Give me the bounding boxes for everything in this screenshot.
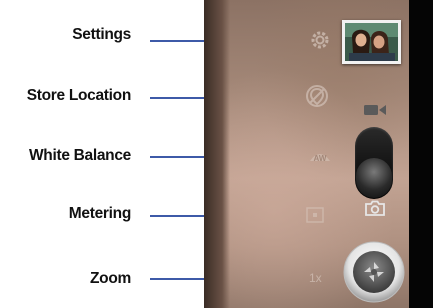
white-balance-auto-icon[interactable]: AW (306, 146, 334, 171)
callout-metering: Metering (68, 205, 132, 222)
callout-settings: Settings (72, 26, 131, 43)
last-photo-thumbnail[interactable] (342, 20, 401, 64)
still-camera-icon[interactable] (364, 200, 386, 222)
metering-icon[interactable] (305, 205, 325, 230)
thumbnail-photo-image (345, 23, 398, 61)
camera-video-switch-knob[interactable] (356, 158, 392, 198)
callout-store-location: Store Location (26, 87, 132, 104)
shutter-button[interactable] (343, 241, 405, 303)
callout-zoom: Zoom (90, 270, 131, 287)
shutter-aperture-icon (343, 241, 405, 303)
location-icon[interactable] (305, 84, 329, 115)
video-camera-icon[interactable] (363, 102, 387, 123)
svg-text:AW: AW (314, 154, 327, 163)
camera-screen-diagram: Settings Store Location White Balance Me… (0, 0, 433, 308)
callout-white-balance: White Balance (28, 147, 131, 164)
screen-edge (409, 0, 433, 308)
zoom-level-readout[interactable]: 1x (309, 271, 322, 285)
settings-gear-icon[interactable] (309, 29, 331, 56)
